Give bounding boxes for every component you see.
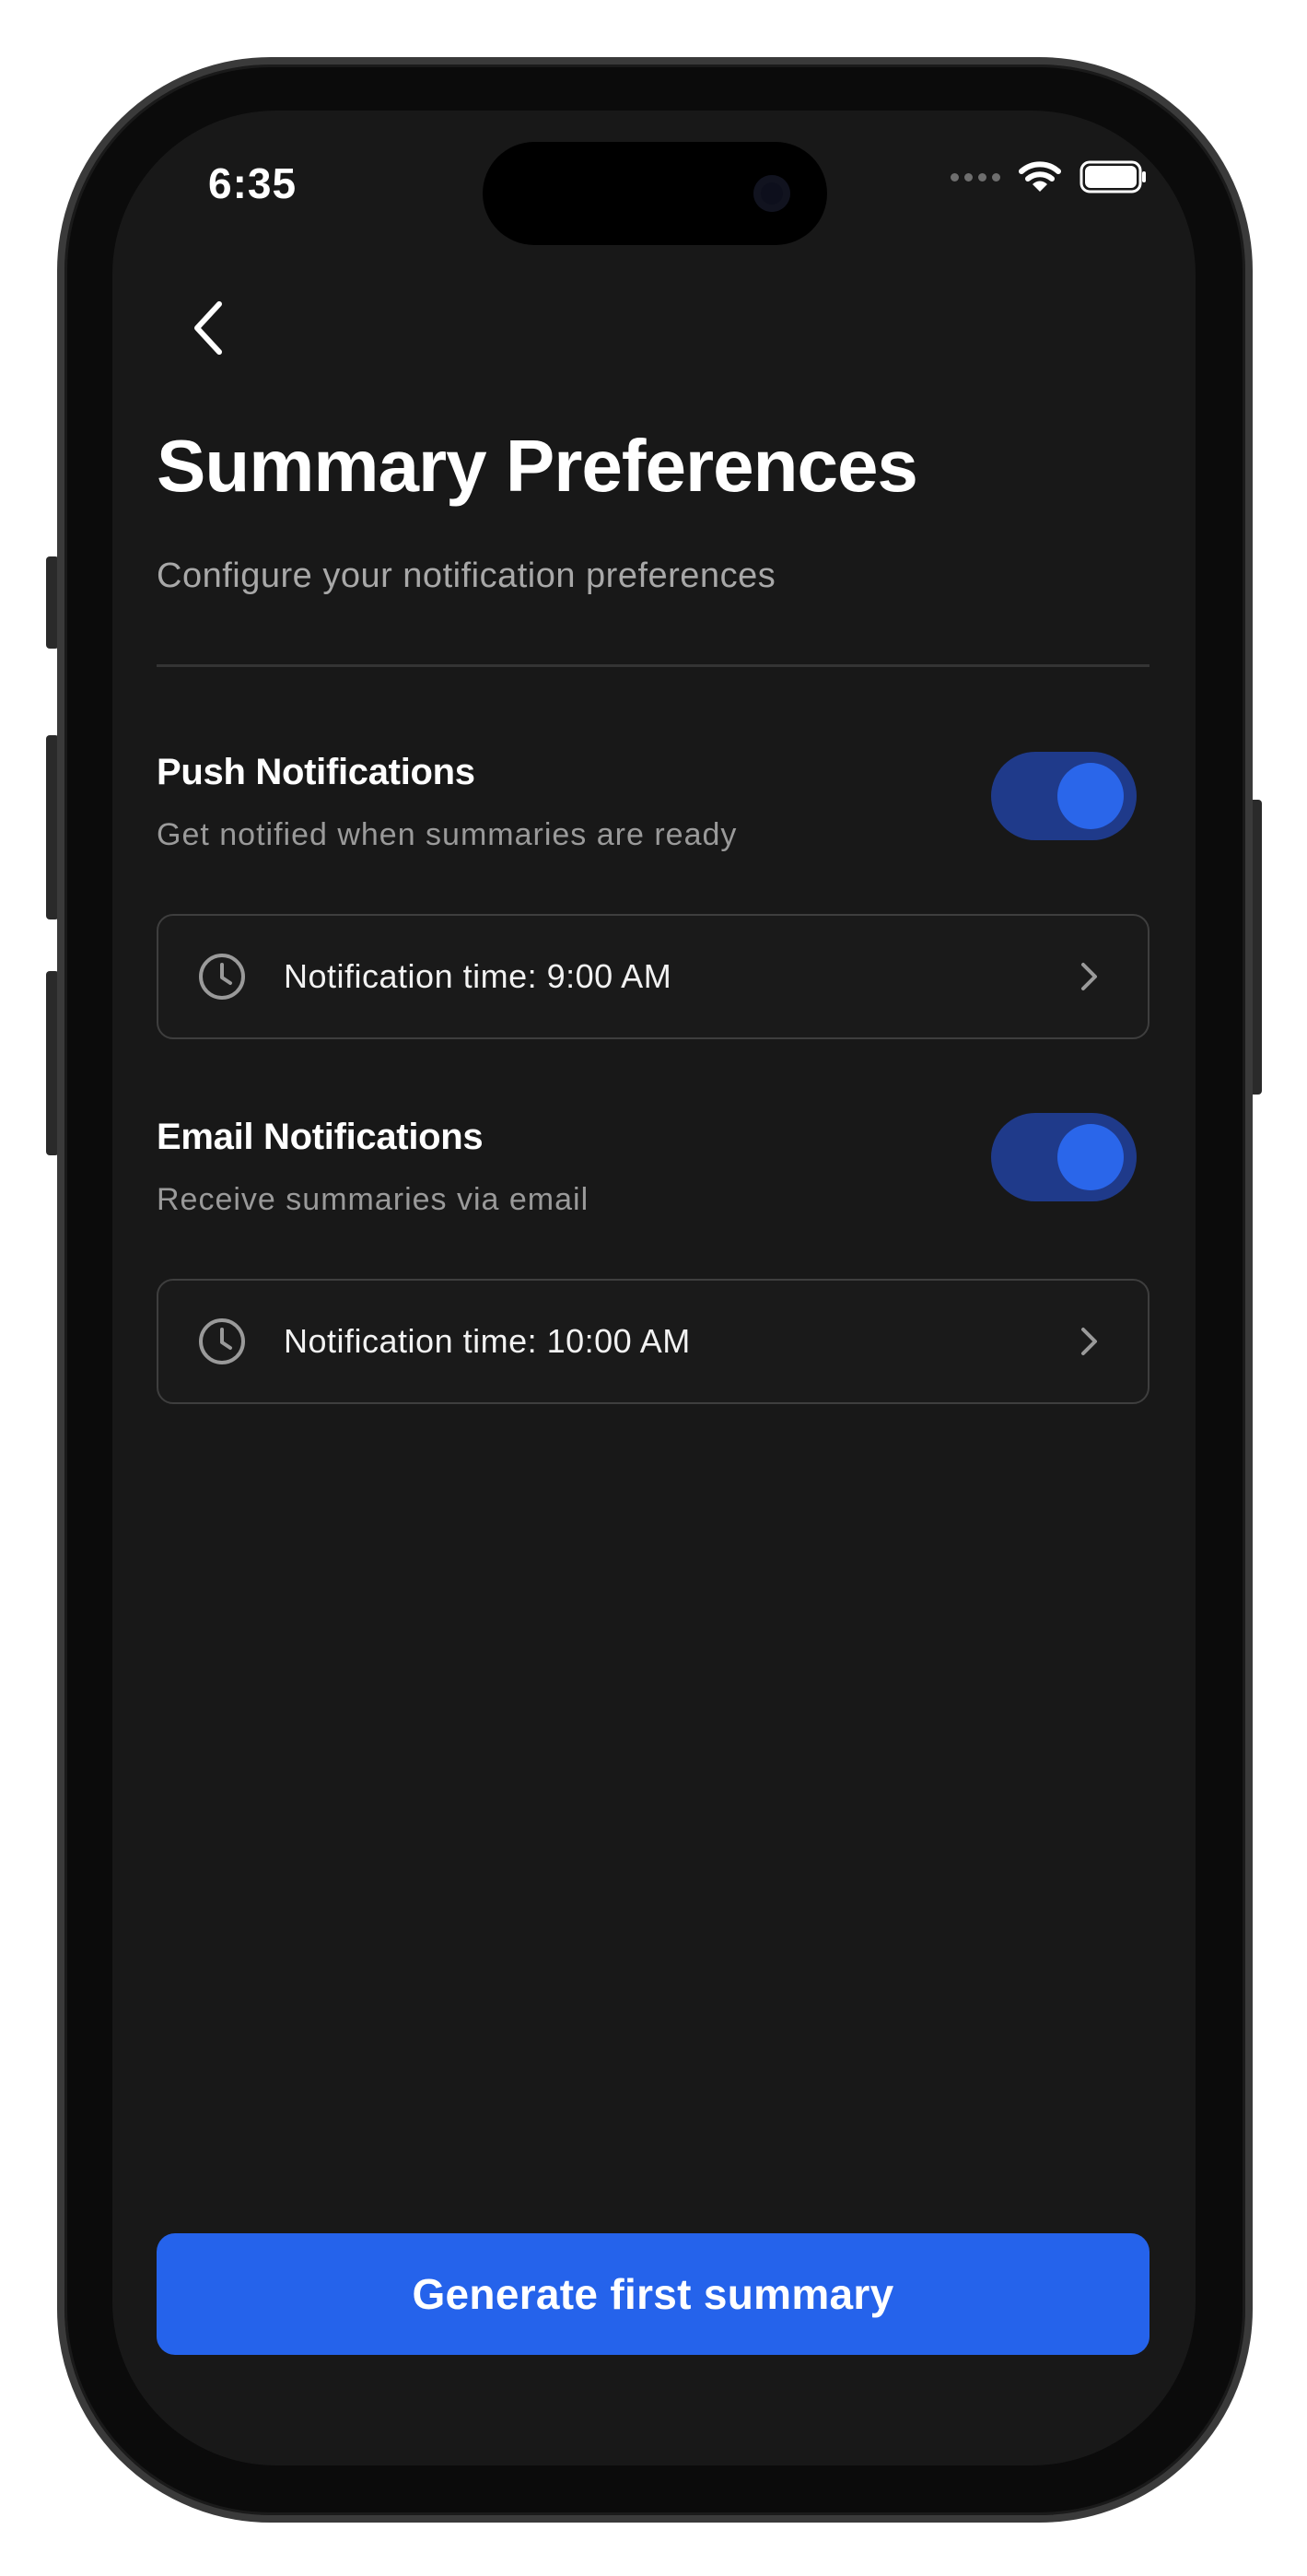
- status-time: 6:35: [208, 159, 298, 207]
- chevron-right-icon: [1081, 963, 1097, 990]
- page-subtitle: Configure your notification preferences: [157, 556, 776, 595]
- device-mockup: 6:35 Summary Preferences Configure your …: [0, 0, 1307, 2576]
- battery-icon: [1079, 160, 1148, 193]
- email-notifications-toggle[interactable]: [991, 1113, 1137, 1201]
- clock-icon: [199, 954, 245, 1000]
- email-notification-time-label: Notification time: 10:00 AM: [284, 1322, 691, 1360]
- toggle-knob: [1057, 763, 1124, 829]
- dynamic-island: [483, 142, 827, 245]
- push-notification-time-row[interactable]: Notification time: 9:00 AM: [157, 914, 1149, 1039]
- clock-icon: [199, 1318, 245, 1364]
- app-screen: 6:35 Summary Preferences Configure your …: [112, 111, 1196, 2465]
- generate-summary-button[interactable]: Generate first summary: [157, 2233, 1149, 2355]
- wifi-icon: [1019, 160, 1061, 193]
- chevron-right-icon: [1081, 1328, 1097, 1355]
- cellular-signal-icon: [951, 172, 1000, 181]
- page-title: Summary Preferences: [157, 425, 918, 507]
- chevron-left-icon: [194, 301, 222, 355]
- push-notification-time-label: Notification time: 9:00 AM: [284, 957, 672, 995]
- push-notifications-toggle[interactable]: [991, 752, 1137, 840]
- back-button[interactable]: [164, 284, 252, 372]
- toggle-knob: [1057, 1124, 1124, 1190]
- status-indicators: [951, 160, 1148, 193]
- camera-icon: [753, 175, 790, 212]
- push-notifications-section: Push Notifications Get notified when sum…: [157, 752, 1149, 1120]
- email-notifications-section: Email Notifications Receive summaries vi…: [157, 1113, 1149, 1485]
- divider: [157, 664, 1149, 667]
- email-notification-time-row[interactable]: Notification time: 10:00 AM: [157, 1279, 1149, 1404]
- email-notifications-description: Receive summaries via email: [157, 1182, 589, 1217]
